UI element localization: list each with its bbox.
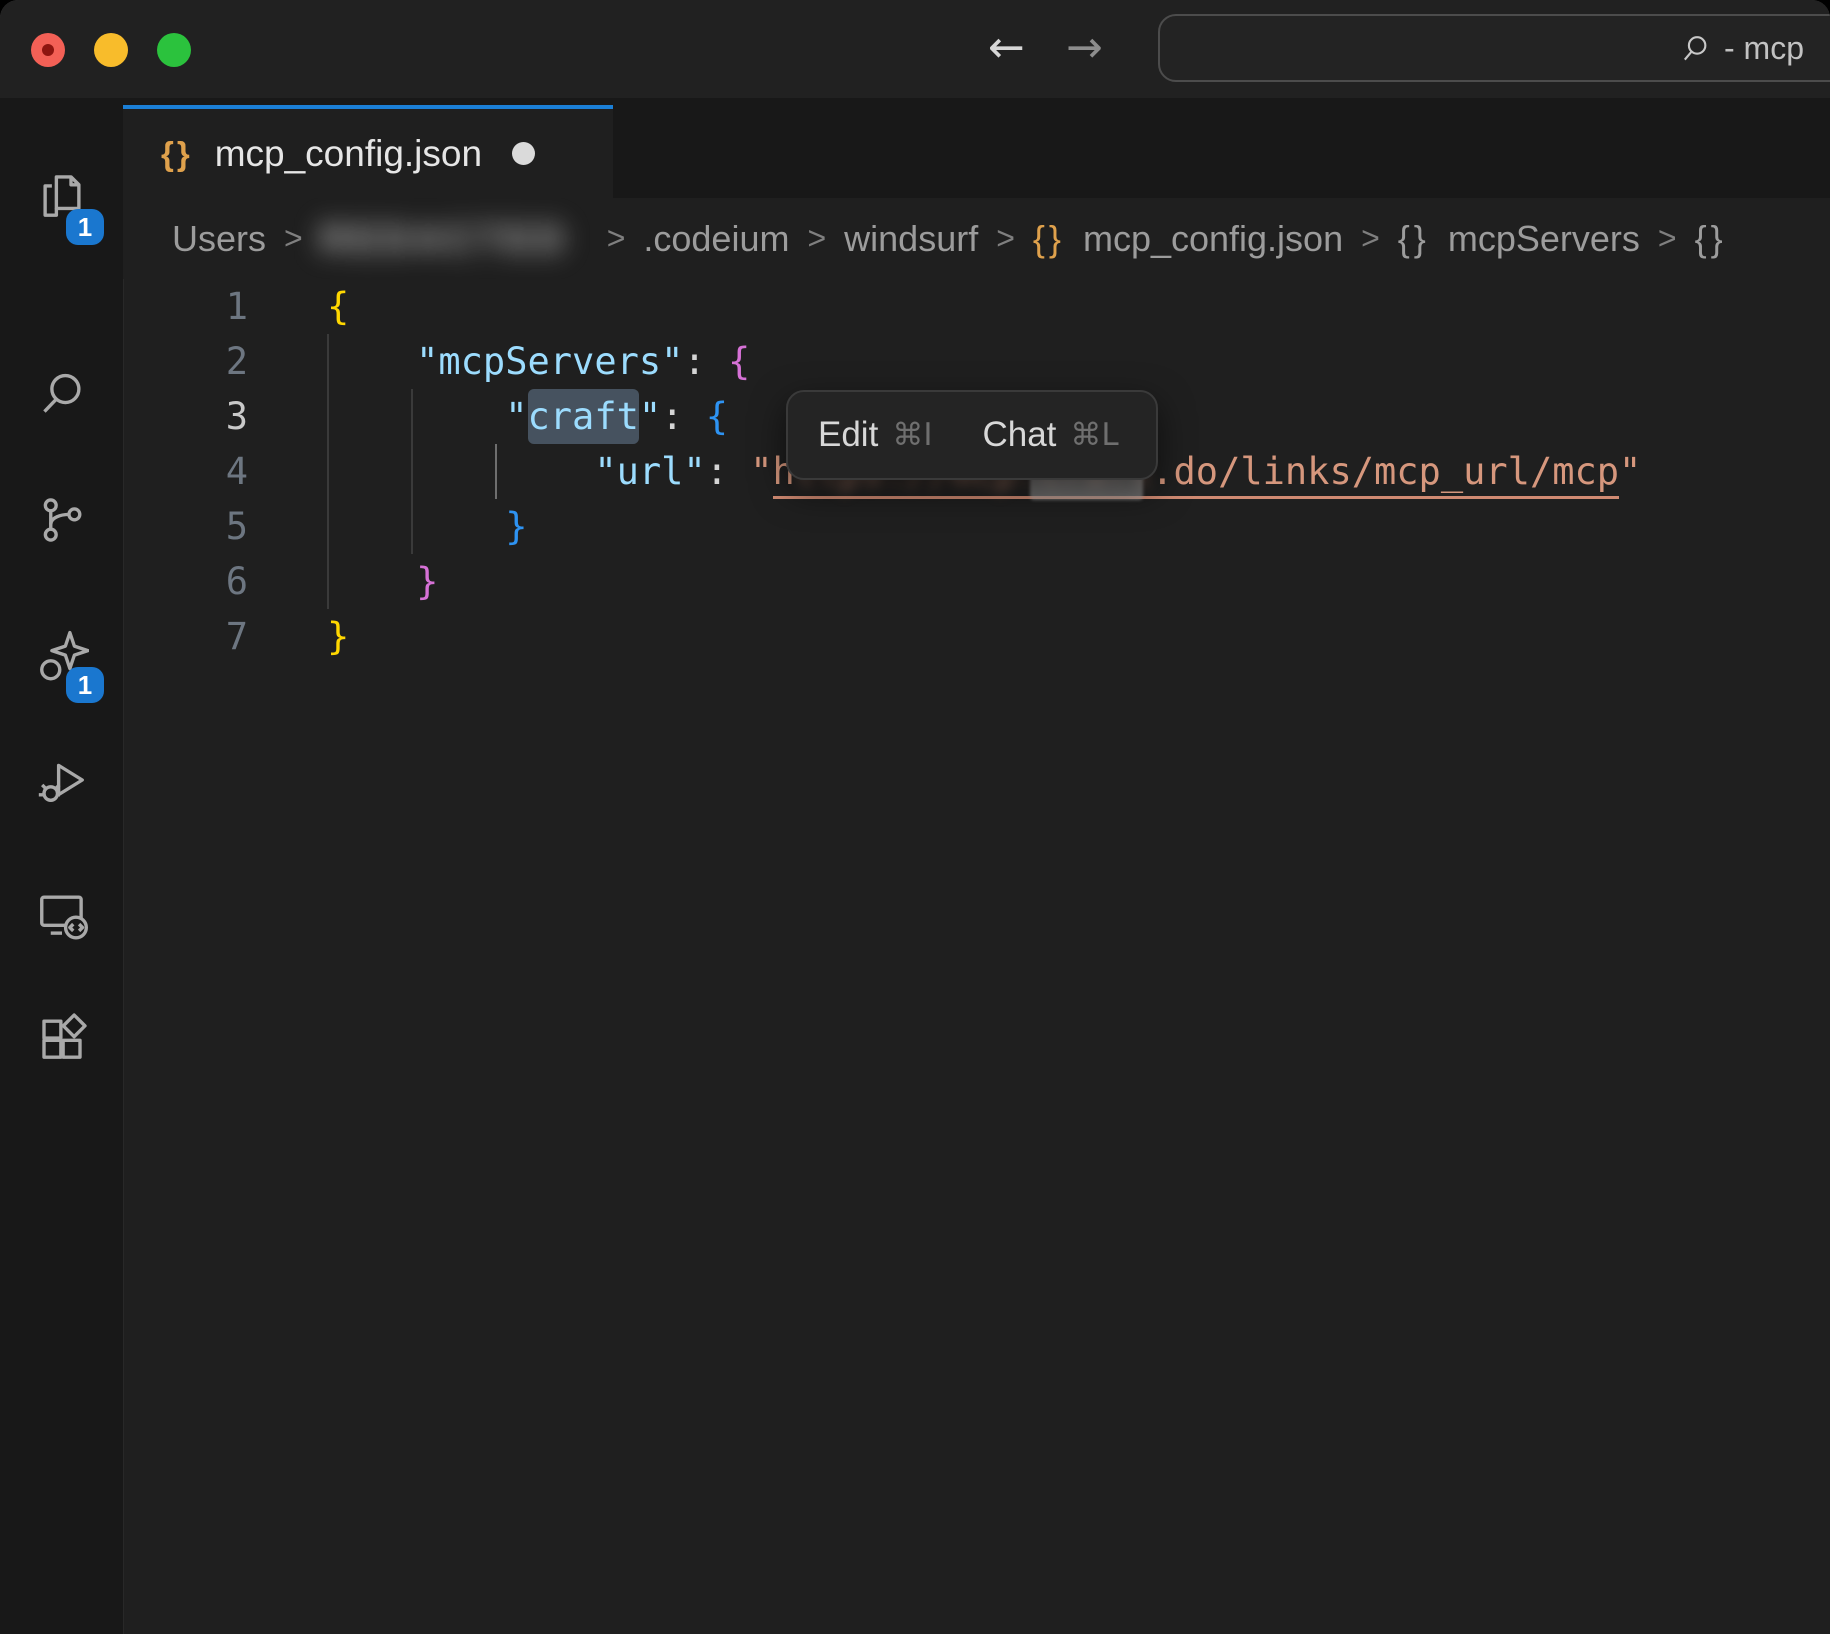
brace-token: {: [706, 395, 728, 438]
search-icon: [1678, 32, 1712, 71]
code-line-5[interactable]: 5 }: [123, 499, 1830, 554]
key-token: "url": [594, 450, 705, 493]
quote-token: ": [750, 450, 772, 493]
json-object-icon: {}: [1033, 218, 1065, 260]
breadcrumb-item-username-redacted[interactable]: REDACTED: [321, 218, 589, 260]
colon-token: :: [683, 340, 728, 383]
edit-shortcut: ⌘I: [892, 417, 932, 453]
tab-bar: {} mcp_config.json: [123, 98, 1830, 198]
title-bar: ← → - mcp: [0, 0, 1830, 98]
indent: [327, 560, 416, 603]
navigate-forward-button[interactable]: →: [1066, 18, 1103, 78]
brace-token: }: [505, 505, 527, 548]
inline-ai-action-tooltip: Edit ⌘I Chat ⌘L: [786, 390, 1158, 480]
code-line-2[interactable]: 2 "mcpServers": {: [123, 334, 1830, 389]
chevron-right-icon: >: [284, 220, 303, 257]
navigate-back-button[interactable]: ←: [988, 18, 1025, 78]
traffic-light-minimize-button[interactable]: [94, 33, 128, 67]
quote-token: ": [1619, 450, 1641, 493]
chevron-right-icon: >: [996, 220, 1015, 257]
chevron-right-icon: >: [1658, 220, 1677, 257]
breadcrumb-item-mcpservers[interactable]: mcpServers: [1448, 218, 1640, 260]
line-number: 1: [123, 279, 248, 334]
sidebar-item-source-control[interactable]: [0, 465, 123, 575]
brace-token: {: [728, 340, 750, 383]
line-number: 7: [123, 609, 248, 664]
json-object-icon: {}: [1398, 218, 1430, 260]
breadcrumb-item-codeium[interactable]: .codeium: [643, 218, 789, 260]
indent: [327, 450, 594, 493]
tab-mcp-config-json[interactable]: {} mcp_config.json: [123, 105, 613, 198]
window-title-fragment: - mcp: [1724, 30, 1804, 67]
code-line-7[interactable]: 7 }: [123, 609, 1830, 664]
selected-text-craft[interactable]: craft: [528, 389, 639, 444]
brace-token: {: [327, 285, 349, 328]
line-number: 4: [123, 444, 248, 499]
codeium-badge: 1: [66, 667, 104, 703]
indent-guide-active: [495, 444, 497, 499]
windsurf-window: ← → - mcp 1: [0, 0, 1830, 1634]
traffic-light-zoom-button[interactable]: [157, 33, 191, 67]
activity-bar: 1: [0, 98, 124, 1634]
line-number-active: 3: [123, 389, 248, 444]
command-center-search-box[interactable]: - mcp: [1158, 14, 1830, 82]
chevron-right-icon: >: [807, 220, 826, 257]
sidebar-item-codeium-ai[interactable]: 1: [0, 599, 123, 709]
indent-guide: [411, 389, 413, 554]
code-line-1[interactable]: 1 {: [123, 279, 1830, 334]
breadcrumb-item-file[interactable]: mcp_config.json: [1083, 218, 1343, 260]
json-object-icon: {}: [1695, 218, 1727, 260]
breadcrumb-item-windsurf[interactable]: windsurf: [844, 218, 978, 260]
line-number: 2: [123, 334, 248, 389]
explorer-badge: 1: [66, 209, 104, 245]
colon-token: :: [706, 450, 751, 493]
key-token: "mcpServers": [416, 340, 683, 383]
chat-shortcut: ⌘L: [1070, 417, 1118, 453]
brace-token: }: [416, 560, 438, 603]
unsaved-changes-dot[interactable]: [512, 142, 535, 165]
line-number: 6: [123, 554, 248, 609]
indent: [327, 340, 416, 383]
chevron-right-icon: >: [607, 220, 626, 257]
tab-label: mcp_config.json: [215, 133, 482, 175]
edit-button[interactable]: Edit: [818, 415, 878, 455]
brace-token: }: [327, 615, 349, 658]
quote-token: ": [505, 395, 527, 438]
json-object-icon: {}: [161, 135, 193, 173]
indent: [327, 395, 505, 438]
chat-button[interactable]: Chat: [982, 415, 1056, 455]
indent-guide: [327, 334, 329, 609]
sidebar-item-run-debug[interactable]: [0, 725, 123, 835]
sidebar-item-explorer[interactable]: 1: [0, 141, 123, 251]
indent: [327, 505, 505, 548]
sidebar-item-search[interactable]: [0, 339, 123, 449]
chevron-right-icon: >: [1361, 220, 1380, 257]
breadcrumb: Users > REDACTED > .codeium > windsurf >…: [123, 198, 1830, 279]
breadcrumb-item-users[interactable]: Users: [172, 218, 266, 260]
code-line-6[interactable]: 6 }: [123, 554, 1830, 609]
traffic-light-close-button[interactable]: [31, 33, 65, 67]
url-end: .do/links/mcp_url/mcp: [1151, 450, 1619, 493]
sidebar-item-extensions[interactable]: [0, 983, 123, 1093]
colon-token: :: [661, 395, 706, 438]
line-number: 5: [123, 499, 248, 554]
sidebar-item-remote-explorer[interactable]: [0, 859, 123, 969]
quote-token: ": [639, 395, 661, 438]
